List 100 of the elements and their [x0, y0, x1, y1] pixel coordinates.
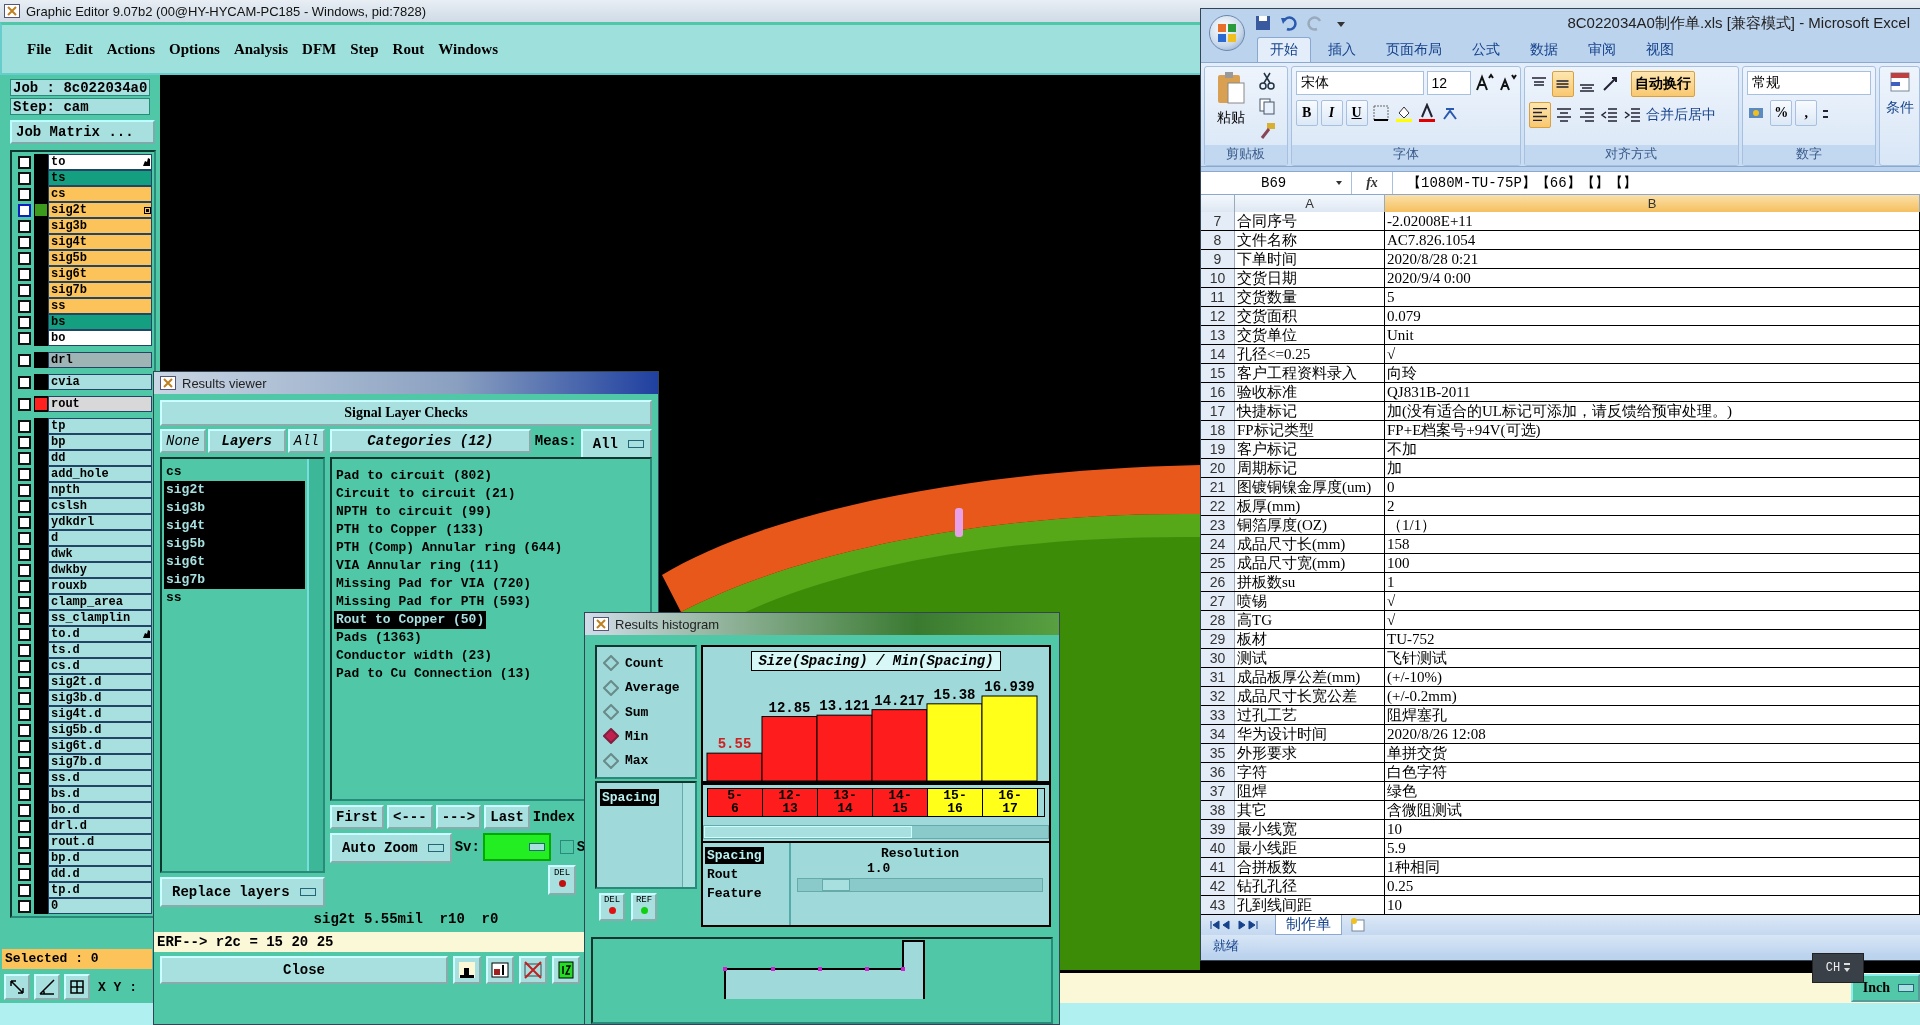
- row-header[interactable]: 33: [1201, 706, 1235, 725]
- menu-item[interactable]: Options: [162, 36, 227, 62]
- layer-name[interactable]: 0: [48, 898, 152, 914]
- ribbon-tab[interactable]: 视图: [1633, 36, 1687, 62]
- menu-item[interactable]: Actions: [99, 36, 162, 62]
- category-item[interactable]: Missing Pad for PTH (593): [334, 593, 534, 611]
- sheet-tab[interactable]: 制作单: [1275, 915, 1342, 936]
- row-header[interactable]: 28: [1201, 611, 1235, 630]
- units-dropdown[interactable]: Inch: [1850, 974, 1920, 1002]
- row-header[interactable]: 37: [1201, 782, 1235, 801]
- nav-button[interactable]: Last: [484, 805, 530, 829]
- layer-name[interactable]: dwkby: [48, 562, 152, 578]
- delete-button[interactable]: DEL: [599, 893, 625, 921]
- layer-name[interactable]: sig3b: [48, 218, 152, 234]
- category-item[interactable]: Circuit to circuit (21): [334, 485, 518, 503]
- format-button[interactable]: B: [1295, 99, 1318, 126]
- layer-name[interactable]: sig3b.d: [48, 690, 152, 706]
- row-header[interactable]: 23: [1201, 516, 1235, 535]
- replace-layers-dropdown[interactable]: Replace layers: [160, 877, 325, 907]
- layer-name[interactable]: bs.d: [48, 786, 152, 802]
- category-item[interactable]: Pad to Cu Connection (13): [334, 665, 534, 683]
- layer-name[interactable]: bs: [48, 314, 152, 330]
- row-header[interactable]: 12: [1201, 307, 1235, 326]
- layer-item[interactable]: sig3b: [164, 499, 305, 517]
- layer-name[interactable]: sig5b: [48, 250, 152, 266]
- layer-name[interactable]: dd.d: [48, 866, 152, 882]
- layer-name[interactable]: clamp_area: [48, 594, 152, 610]
- row-header[interactable]: 14: [1201, 345, 1235, 364]
- row-header[interactable]: 19: [1201, 440, 1235, 459]
- reference-button[interactable]: REF: [631, 893, 657, 921]
- number-button[interactable]: ,: [1795, 99, 1818, 126]
- category-item[interactable]: Pad to circuit (802): [334, 467, 495, 485]
- layer-name[interactable]: bp.d: [48, 850, 152, 866]
- category-item[interactable]: Rout to Copper (50): [334, 611, 487, 629]
- layer-name[interactable]: ts.d: [48, 642, 152, 658]
- nav-button[interactable]: <---: [387, 805, 433, 829]
- row-header[interactable]: 32: [1201, 687, 1235, 706]
- row-header[interactable]: 31: [1201, 668, 1235, 687]
- layer-name[interactable]: ss.d: [48, 770, 152, 786]
- menu-item[interactable]: Rout: [385, 36, 432, 62]
- number-button[interactable]: %: [1770, 99, 1793, 126]
- layer-name[interactable]: dd: [48, 450, 152, 466]
- row-header[interactable]: 21: [1201, 478, 1235, 497]
- layer-name[interactable]: drl.d: [48, 818, 152, 834]
- zoom-dropdown[interactable]: Auto Zoom: [330, 833, 452, 863]
- ribbon-tab[interactable]: 数据: [1517, 36, 1571, 62]
- layer-name[interactable]: sig2t.d: [48, 674, 152, 690]
- field-item[interactable]: Rout: [705, 866, 741, 883]
- menu-item[interactable]: Windows: [431, 36, 505, 62]
- layer-name[interactable]: d: [48, 530, 152, 546]
- layer-name[interactable]: drl: [48, 352, 152, 368]
- layer-name[interactable]: sig2t: [48, 202, 152, 218]
- layer-name[interactable]: bo: [48, 330, 152, 346]
- layer-name[interactable]: to: [48, 154, 152, 170]
- row-header[interactable]: 40: [1201, 839, 1235, 858]
- row-header[interactable]: 8: [1201, 231, 1235, 250]
- category-item[interactable]: Pads (1363): [334, 629, 424, 647]
- row-header[interactable]: 25: [1201, 554, 1235, 573]
- layer-item[interactable]: sig7b: [164, 571, 305, 589]
- wrap-text-button[interactable]: 自动换行: [1630, 70, 1695, 97]
- filter-button[interactable]: All: [287, 429, 325, 453]
- menu-item[interactable]: DFM: [295, 36, 344, 62]
- layer-item[interactable]: sig5b: [164, 535, 305, 553]
- job-matrix-button[interactable]: Job Matrix ...: [10, 120, 155, 144]
- input-method-bar[interactable]: CH: [1812, 953, 1864, 983]
- ribbon-tab[interactable]: 审阅: [1575, 36, 1629, 62]
- row-header[interactable]: 15: [1201, 364, 1235, 383]
- format-button[interactable]: U: [1345, 99, 1368, 126]
- row-header[interactable]: 26: [1201, 573, 1235, 592]
- row-header[interactable]: 22: [1201, 497, 1235, 516]
- column-header[interactable]: A: [1235, 195, 1385, 213]
- menu-item[interactable]: Step: [343, 36, 386, 62]
- layer-name[interactable]: rout.d: [48, 834, 152, 850]
- layer-name[interactable]: rouxb: [48, 578, 152, 594]
- format-button[interactable]: I: [1320, 99, 1343, 126]
- font-name-field[interactable]: 宋体: [1295, 70, 1424, 95]
- ribbon-tab[interactable]: 开始: [1257, 36, 1311, 62]
- row-header[interactable]: 36: [1201, 763, 1235, 782]
- filter-button[interactable]: None: [160, 429, 206, 453]
- conditional-format-button[interactable]: 条件: [1885, 98, 1914, 117]
- ribbon-tab[interactable]: 页面布局: [1373, 36, 1455, 62]
- name-box[interactable]: B69: [1201, 174, 1351, 191]
- layer-name[interactable]: sig7b: [48, 282, 152, 298]
- nav-button[interactable]: --->: [435, 805, 482, 829]
- layer-name[interactable]: ts: [48, 170, 152, 186]
- row-header[interactable]: 9: [1201, 250, 1235, 269]
- row-header[interactable]: 10: [1201, 269, 1235, 288]
- row-header[interactable]: 34: [1201, 725, 1235, 744]
- measure-item[interactable]: Spacing: [600, 789, 659, 806]
- row-header[interactable]: 30: [1201, 649, 1235, 668]
- ime-indicator[interactable]: CH: [1825, 961, 1841, 975]
- layer-name[interactable]: sig4t.d: [48, 706, 152, 722]
- menu-item[interactable]: Analysis: [226, 36, 296, 62]
- merge-center-button[interactable]: 合并后居中: [1645, 105, 1716, 124]
- category-item[interactable]: VIA Annular ring (11): [334, 557, 502, 575]
- row-header[interactable]: 16: [1201, 383, 1235, 402]
- category-item[interactable]: PTH to Copper (133): [334, 521, 487, 539]
- row-header[interactable]: 27: [1201, 592, 1235, 611]
- row-header[interactable]: 24: [1201, 535, 1235, 554]
- row-header[interactable]: 7: [1201, 212, 1235, 231]
